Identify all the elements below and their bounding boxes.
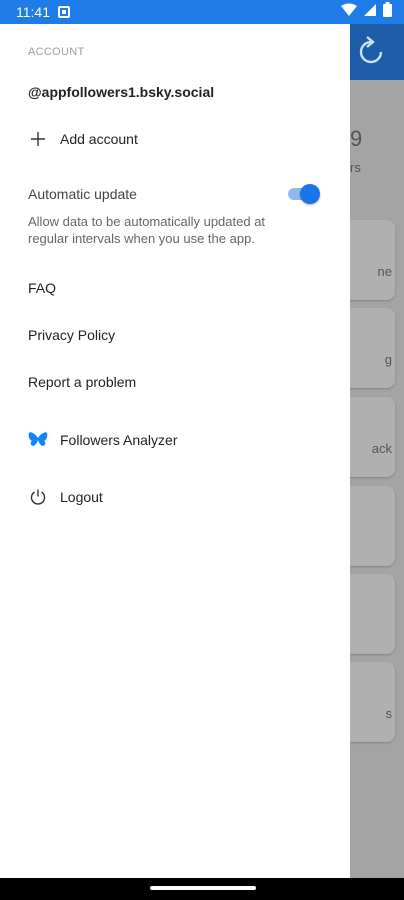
notification-icon xyxy=(58,6,70,18)
automatic-update-label: Automatic update xyxy=(28,186,137,202)
stat-card-label: ne xyxy=(377,264,392,279)
power-icon xyxy=(28,487,48,507)
status-time: 11:41 xyxy=(16,4,50,20)
stat-card-label: s xyxy=(385,706,393,721)
stat-card[interactable]: g xyxy=(350,308,395,388)
wifi-icon xyxy=(341,3,357,22)
report-problem-link[interactable]: Report a problem xyxy=(28,374,136,390)
status-bar: 11:41 xyxy=(0,0,404,24)
faq-link[interactable]: FAQ xyxy=(28,280,56,296)
add-account-label: Add account xyxy=(60,131,138,147)
stat-card[interactable] xyxy=(350,574,395,654)
refresh-icon[interactable] xyxy=(358,36,384,71)
system-nav-bar xyxy=(0,878,404,900)
toggle-thumb xyxy=(300,184,320,204)
plus-icon xyxy=(28,129,48,149)
stat-card-label: ack xyxy=(371,441,392,456)
automatic-update-toggle[interactable] xyxy=(286,184,320,204)
logout-button[interactable]: Logout xyxy=(28,487,103,507)
add-account-button[interactable]: Add account xyxy=(28,129,138,149)
followers-analyzer-link[interactable]: Followers Analyzer xyxy=(28,430,178,450)
stat-card[interactable]: ne xyxy=(350,220,395,300)
followers-analyzer-label: Followers Analyzer xyxy=(60,432,178,448)
battery-icon xyxy=(383,2,392,22)
butterfly-icon xyxy=(28,430,48,450)
automatic-update-description: Allow data to be automatically updated a… xyxy=(28,214,266,246)
account-section-label: ACCOUNT xyxy=(28,46,85,58)
stat-card[interactable]: s xyxy=(350,662,395,742)
status-icons xyxy=(341,2,392,22)
logout-label: Logout xyxy=(60,489,103,505)
account-handle[interactable]: @appfollowers1.bsky.social xyxy=(28,84,214,100)
followers-count-fragment: 9 xyxy=(350,126,363,151)
privacy-policy-link[interactable]: Privacy Policy xyxy=(28,327,115,343)
navigation-drawer: ACCOUNT @appfollowers1.bsky.social Add a… xyxy=(0,24,350,878)
app-header xyxy=(350,24,404,80)
stat-card-label: g xyxy=(384,352,392,367)
stat-card[interactable]: ack xyxy=(350,397,395,477)
stat-card[interactable] xyxy=(350,486,395,566)
home-gesture-handle[interactable] xyxy=(150,886,256,890)
signal-icon xyxy=(363,3,377,22)
followers-label-fragment: rs xyxy=(350,160,361,175)
background-app: 9 rs ne g ack s xyxy=(350,0,404,878)
